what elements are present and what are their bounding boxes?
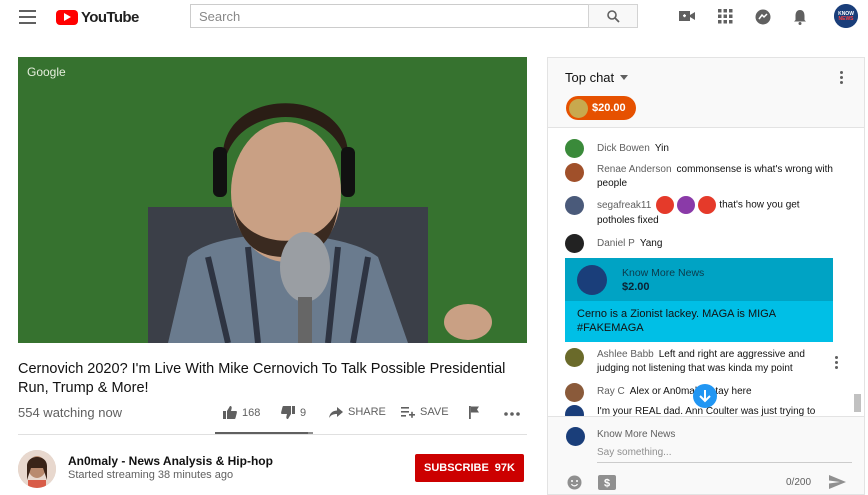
watching-count: 554 watching now <box>18 405 123 420</box>
chat-avatar <box>565 163 584 182</box>
chat-message: Dick Bowen Yin <box>565 139 835 158</box>
more-horizontal-icon <box>504 412 520 416</box>
dislike-count: 9 <box>300 406 307 419</box>
super-chat-message: Cerno is a Zionist lackey. MAGA is MIGA … <box>565 301 833 342</box>
search-button[interactable] <box>588 4 638 28</box>
thumbs-up-icon <box>223 406 237 419</box>
my-author-name: Know More News <box>597 429 676 440</box>
chat-message-input[interactable]: Say something... <box>597 447 852 463</box>
more-actions-button[interactable] <box>504 412 520 416</box>
eggplant-emoji-icon <box>677 196 696 214</box>
svg-text:NEWS: NEWS <box>839 16 855 22</box>
video-watermark: Google <box>27 65 66 79</box>
subscribe-button[interactable]: SUBSCRIBE 97K <box>415 454 524 482</box>
playlist-add-icon <box>401 406 415 418</box>
chat-avatar <box>565 139 584 158</box>
youtube-play-icon <box>56 9 78 25</box>
message-more-options-icon[interactable] <box>835 356 839 371</box>
chat-message: Daniel P Yang <box>565 234 835 253</box>
chat-message: Ashlee Babb Left and right are aggressive… <box>565 348 835 376</box>
like-count: 168 <box>242 406 261 419</box>
tomato-emoji-icon <box>698 196 717 214</box>
account-avatar[interactable]: KNOW NEWS <box>834 4 858 28</box>
chat-more-options-icon[interactable] <box>840 71 844 86</box>
search-icon <box>607 10 620 23</box>
chat-author: Renae Anderson <box>597 164 672 175</box>
chat-text: Alex or An0maly I stay here <box>629 386 752 397</box>
chat-text: Yin <box>654 143 669 154</box>
subscribe-label: SUBSCRIBE <box>424 462 489 474</box>
caret-down-icon <box>620 75 629 80</box>
send-icon[interactable] <box>829 475 846 489</box>
stream-start-time: Started streaming 38 minutes ago <box>68 469 234 481</box>
masthead: YouTube Search KNOW NEWS <box>0 0 868 36</box>
report-flag-button[interactable] <box>469 406 480 419</box>
super-chat-avatar <box>577 265 607 295</box>
super-chat-amount: $2.00 <box>622 281 650 293</box>
flag-icon <box>469 406 479 419</box>
share-button[interactable]: SHARE <box>329 406 386 418</box>
chat-author: Ray C <box>597 386 625 397</box>
arrow-down-icon <box>699 390 711 403</box>
chat-author: segafreak11 <box>597 199 652 211</box>
chat-avatar <box>565 348 584 367</box>
scroll-to-bottom-button[interactable] <box>693 384 717 408</box>
notifications-bell-icon[interactable] <box>793 9 807 25</box>
character-counter: 0/200 <box>786 477 812 488</box>
share-label: SHARE <box>348 406 386 418</box>
chat-scrollbar[interactable] <box>854 394 861 412</box>
chat-input-area: Know More News Say something... $ 0/200 <box>548 416 864 494</box>
share-icon <box>329 406 343 418</box>
ticker-avatar <box>569 98 588 118</box>
chat-message: Renae Anderson commonsense is what's wron… <box>565 163 835 191</box>
chat-text: Yang <box>639 238 663 249</box>
hamburger-menu-icon[interactable] <box>19 10 36 24</box>
super-chat-ticker[interactable]: $20.00 <box>566 96 636 120</box>
video-player[interactable]: Google <box>18 57 527 343</box>
logo-text: YouTube <box>81 8 139 26</box>
video-title: Cernovich 2020? I'm Live With Mike Cerno… <box>18 361 506 396</box>
super-chat-card[interactable]: Know More News $2.00 Cerno is a Zionist … <box>565 258 833 342</box>
create-video-icon[interactable] <box>679 9 695 23</box>
apps-grid-icon[interactable] <box>718 9 733 24</box>
save-button[interactable]: SAVE <box>401 406 449 418</box>
divider <box>18 434 527 435</box>
emoji-picker-icon[interactable] <box>567 475 582 490</box>
video-actions: 168 9 SHARE SAVE <box>215 404 527 434</box>
chat-avatar <box>565 383 584 402</box>
thumbs-down-icon <box>281 406 295 419</box>
chat-avatar <box>565 196 584 215</box>
svg-text:$: $ <box>604 478 610 490</box>
chat-avatar <box>565 234 584 253</box>
dislike-button[interactable]: 9 <box>281 406 306 419</box>
like-button[interactable]: 168 <box>223 406 260 419</box>
my-avatar <box>566 427 585 446</box>
channel-name[interactable]: An0maly - News Analysis & Hip-hop <box>68 454 273 468</box>
super-chat-author: Know More News <box>622 267 705 279</box>
search-input[interactable]: Search <box>190 4 588 28</box>
chat-mode-dropdown[interactable]: Top chat <box>565 70 629 85</box>
save-label: SAVE <box>420 406 449 418</box>
messages-icon[interactable] <box>755 9 771 25</box>
ticker-amount: $20.00 <box>592 102 626 114</box>
chat-message: segafreak11 that's how you get potholes f… <box>565 196 835 228</box>
subscriber-count: 97K <box>494 462 515 474</box>
channel-avatar[interactable] <box>18 450 56 488</box>
chat-mode-label: Top chat <box>565 70 615 85</box>
chat-author: Ashlee Babb <box>597 349 654 360</box>
live-chat-panel: Top chat $20.00 Dick Bowen Yin Renae Ande… <box>547 57 865 495</box>
super-chat-icon[interactable]: $ <box>598 475 616 490</box>
youtube-logo[interactable]: YouTube <box>56 8 139 26</box>
chat-header: Top chat $20.00 <box>548 58 864 128</box>
super-chat-header: Know More News $2.00 <box>565 258 833 301</box>
video-frame <box>18 57 527 343</box>
chat-author: Daniel P <box>597 238 635 249</box>
tomato-emoji-icon <box>656 196 675 214</box>
chat-author: Dick Bowen <box>597 143 650 154</box>
chat-avatar <box>565 405 584 416</box>
